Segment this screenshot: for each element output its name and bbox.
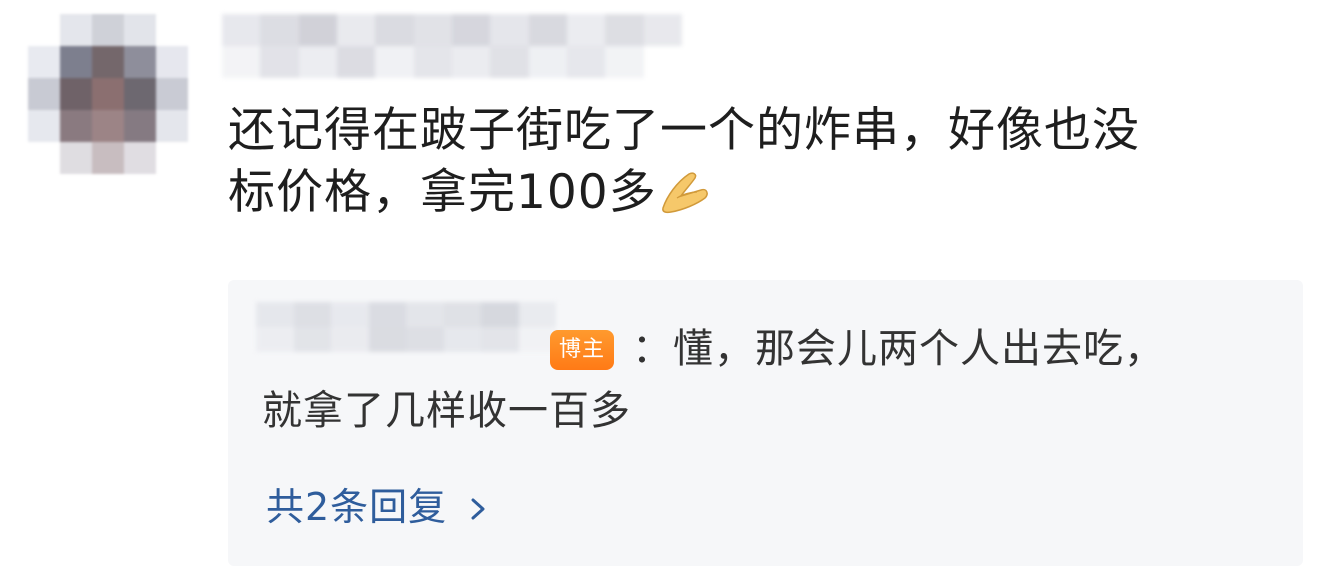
comment-line-2: 标价格，拿完100多 [228, 162, 1308, 224]
reply-separator: ： [632, 326, 673, 372]
comment-line-2-text: 标价格，拿完100多 [228, 165, 657, 220]
username-blurred[interactable] [222, 14, 682, 78]
reply-preview[interactable]: 博主 ：懂，那会儿两个人出去吃， 就拿了几样收一百多 共2条回复 [228, 280, 1303, 566]
more-replies-label: 共2条回复 [266, 485, 448, 529]
reply-line-2: 就拿了几样收一百多 [262, 388, 631, 434]
pinch-hand-icon [657, 168, 711, 216]
avatar[interactable] [28, 14, 188, 174]
comment-card: 还记得在跛子街吃了一个的炸串，好像也没 标价格，拿完100多 博主 ：懂，那会儿… [0, 0, 1318, 576]
comment-body: 还记得在跛子街吃了一个的炸串，好像也没 标价格，拿完100多 [228, 100, 1308, 224]
comment-line-1: 还记得在跛子街吃了一个的炸串，好像也没 [228, 103, 1140, 158]
chevron-right-icon [467, 489, 489, 519]
view-more-replies-link[interactable]: 共2条回复 [266, 476, 489, 531]
reply-body: ：懂，那会儿两个人出去吃， 就拿了几样收一百多 [262, 318, 1262, 442]
reply-line-1-text: 懂，那会儿两个人出去吃， [673, 326, 1165, 372]
reply-line-1: ：懂，那会儿两个人出去吃， [262, 318, 1262, 380]
